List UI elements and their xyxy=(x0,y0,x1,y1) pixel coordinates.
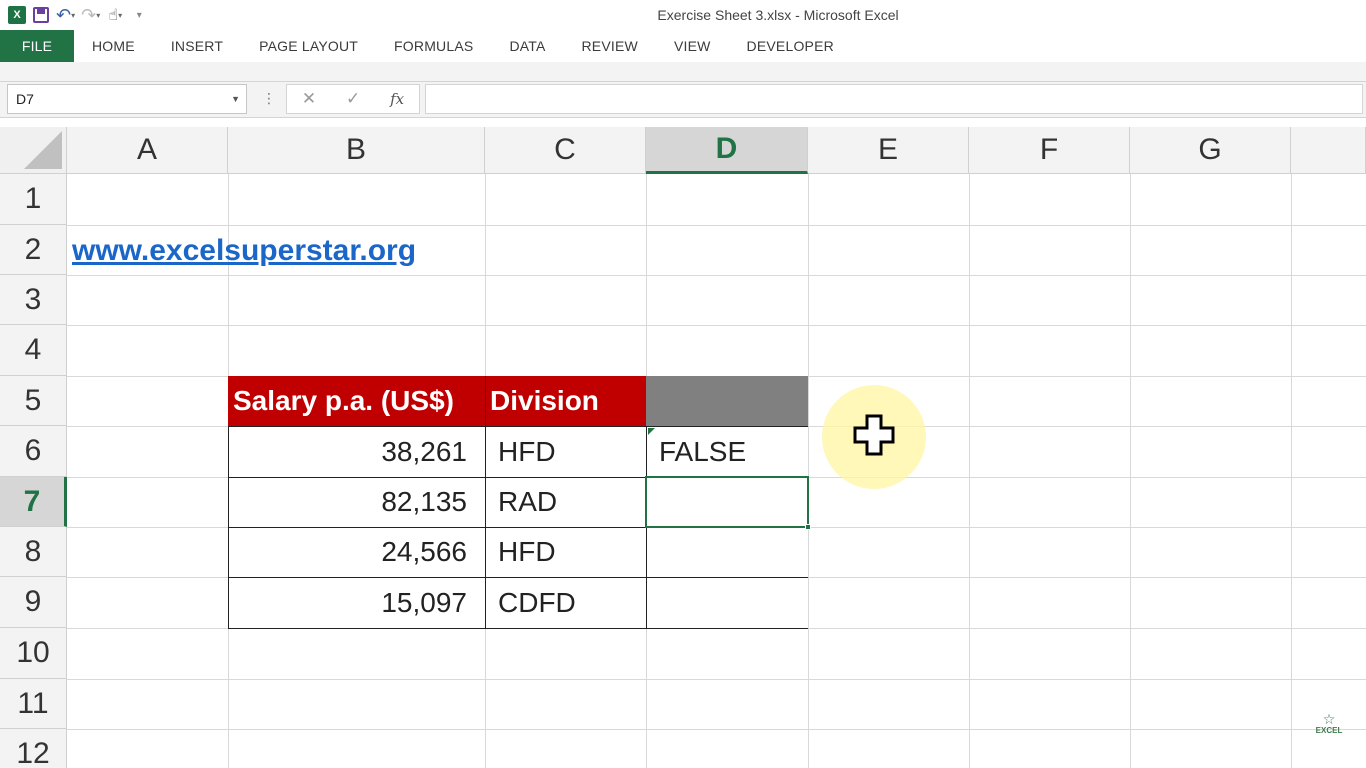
star-icon: ☆ xyxy=(1322,711,1336,727)
column-header-h[interactable] xyxy=(1291,127,1366,174)
gridline xyxy=(67,325,1366,326)
row-header-10[interactable]: 10 xyxy=(0,628,67,679)
row-header-4[interactable]: 4 xyxy=(0,325,67,376)
result-cell[interactable] xyxy=(646,527,808,577)
column-header-a[interactable]: A xyxy=(67,127,228,174)
table-header-division[interactable]: Division xyxy=(485,376,646,426)
insert-function-icon[interactable]: fx xyxy=(390,90,404,108)
column-header-c[interactable]: C xyxy=(485,127,646,174)
salary-cell[interactable]: 15,097 xyxy=(228,577,485,628)
tab-file[interactable]: FILE xyxy=(0,30,74,62)
table-border xyxy=(228,628,808,629)
column-header-g[interactable]: G xyxy=(1130,127,1291,174)
ribbon-tabs: FILE HOME INSERT PAGE LAYOUT FORMULAS DA… xyxy=(0,30,1366,62)
spreadsheet-grid[interactable]: A B C D E F G 1 2 3 4 5 6 7 8 9 10 11 12… xyxy=(0,127,1366,768)
row-header-8[interactable]: 8 xyxy=(0,527,67,577)
tab-formulas[interactable]: FORMULAS xyxy=(376,30,491,62)
watermark-logo: ☆ EXCEL xyxy=(1309,712,1349,746)
select-all-corner[interactable] xyxy=(0,127,67,174)
column-header-d[interactable]: D xyxy=(646,127,808,174)
cancel-x-icon[interactable]: ✕ xyxy=(302,89,316,109)
row-header-7[interactable]: 7 xyxy=(0,477,67,527)
tab-view[interactable]: VIEW xyxy=(656,30,729,62)
tab-data[interactable]: DATA xyxy=(491,30,563,62)
name-box[interactable]: D7 ▼ xyxy=(7,84,247,114)
division-cell[interactable]: HFD xyxy=(485,426,646,477)
salary-cell[interactable]: 24,566 xyxy=(228,527,485,577)
salary-cell[interactable]: 82,135 xyxy=(228,477,485,527)
table-border xyxy=(228,426,808,427)
formula-buttons: ✕ ✓ fx xyxy=(286,84,420,114)
cell-select-cursor-icon xyxy=(853,414,895,456)
result-cell[interactable]: FALSE xyxy=(646,426,808,477)
table-border xyxy=(228,577,808,578)
table-header-result[interactable] xyxy=(646,376,808,426)
chevron-down-icon[interactable]: ▼ xyxy=(231,94,240,104)
gridline xyxy=(67,225,1366,226)
row-header-6[interactable]: 6 xyxy=(0,426,67,477)
gridline xyxy=(67,679,1366,680)
hyperlink-cell[interactable]: www.excelsuperstar.org xyxy=(72,227,416,275)
name-box-value: D7 xyxy=(16,91,34,107)
formula-bar: D7 ▼ ⋮ ✕ ✓ fx xyxy=(0,82,1366,118)
column-header-b[interactable]: B xyxy=(228,127,485,174)
fill-handle[interactable] xyxy=(805,524,811,530)
gridline xyxy=(67,729,1366,730)
row-header-3[interactable]: 3 xyxy=(0,275,67,325)
row-header-12[interactable]: 12 xyxy=(0,729,67,768)
row-header-5[interactable]: 5 xyxy=(0,376,67,426)
active-cell-selection[interactable] xyxy=(645,476,809,528)
tab-developer[interactable]: DEVELOPER xyxy=(729,30,852,62)
table-border xyxy=(485,376,486,628)
tab-review[interactable]: REVIEW xyxy=(564,30,656,62)
formula-input[interactable] xyxy=(425,84,1363,114)
row-header-9[interactable]: 9 xyxy=(0,577,67,628)
tab-home[interactable]: HOME xyxy=(74,30,153,62)
website-link[interactable]: www.excelsuperstar.org xyxy=(72,234,416,268)
division-cell[interactable]: HFD xyxy=(485,527,646,577)
watermark-text: EXCEL xyxy=(1315,726,1343,735)
row-header-2[interactable]: 2 xyxy=(0,225,67,275)
ribbon-collapsed-area xyxy=(0,62,1366,82)
table-border xyxy=(228,426,229,628)
error-indicator-icon[interactable] xyxy=(648,428,655,435)
salary-cell[interactable]: 38,261 xyxy=(228,426,485,477)
tab-page-layout[interactable]: PAGE LAYOUT xyxy=(241,30,376,62)
column-header-e[interactable]: E xyxy=(808,127,969,174)
checkmark-icon[interactable]: ✓ xyxy=(346,89,360,109)
result-cell[interactable] xyxy=(646,577,808,628)
division-cell[interactable]: CDFD xyxy=(485,577,646,628)
more-options-icon[interactable]: ⋮ xyxy=(262,90,276,107)
window-title: Exercise Sheet 3.xlsx - Microsoft Excel xyxy=(657,7,899,23)
title-bar: X ↶ ▾ ↷ ▾ ☝ ▾ ▾ Exercise Sheet 3.xlsx - Mic… xyxy=(0,0,1366,30)
division-cell[interactable]: RAD xyxy=(485,477,646,527)
row-header-11[interactable]: 11 xyxy=(0,679,67,729)
row-header-1[interactable]: 1 xyxy=(0,174,67,225)
column-header-f[interactable]: F xyxy=(969,127,1130,174)
gridline xyxy=(67,275,1366,276)
table-header-salary[interactable]: Salary p.a. (US$) xyxy=(228,376,485,426)
tab-insert[interactable]: INSERT xyxy=(153,30,241,62)
